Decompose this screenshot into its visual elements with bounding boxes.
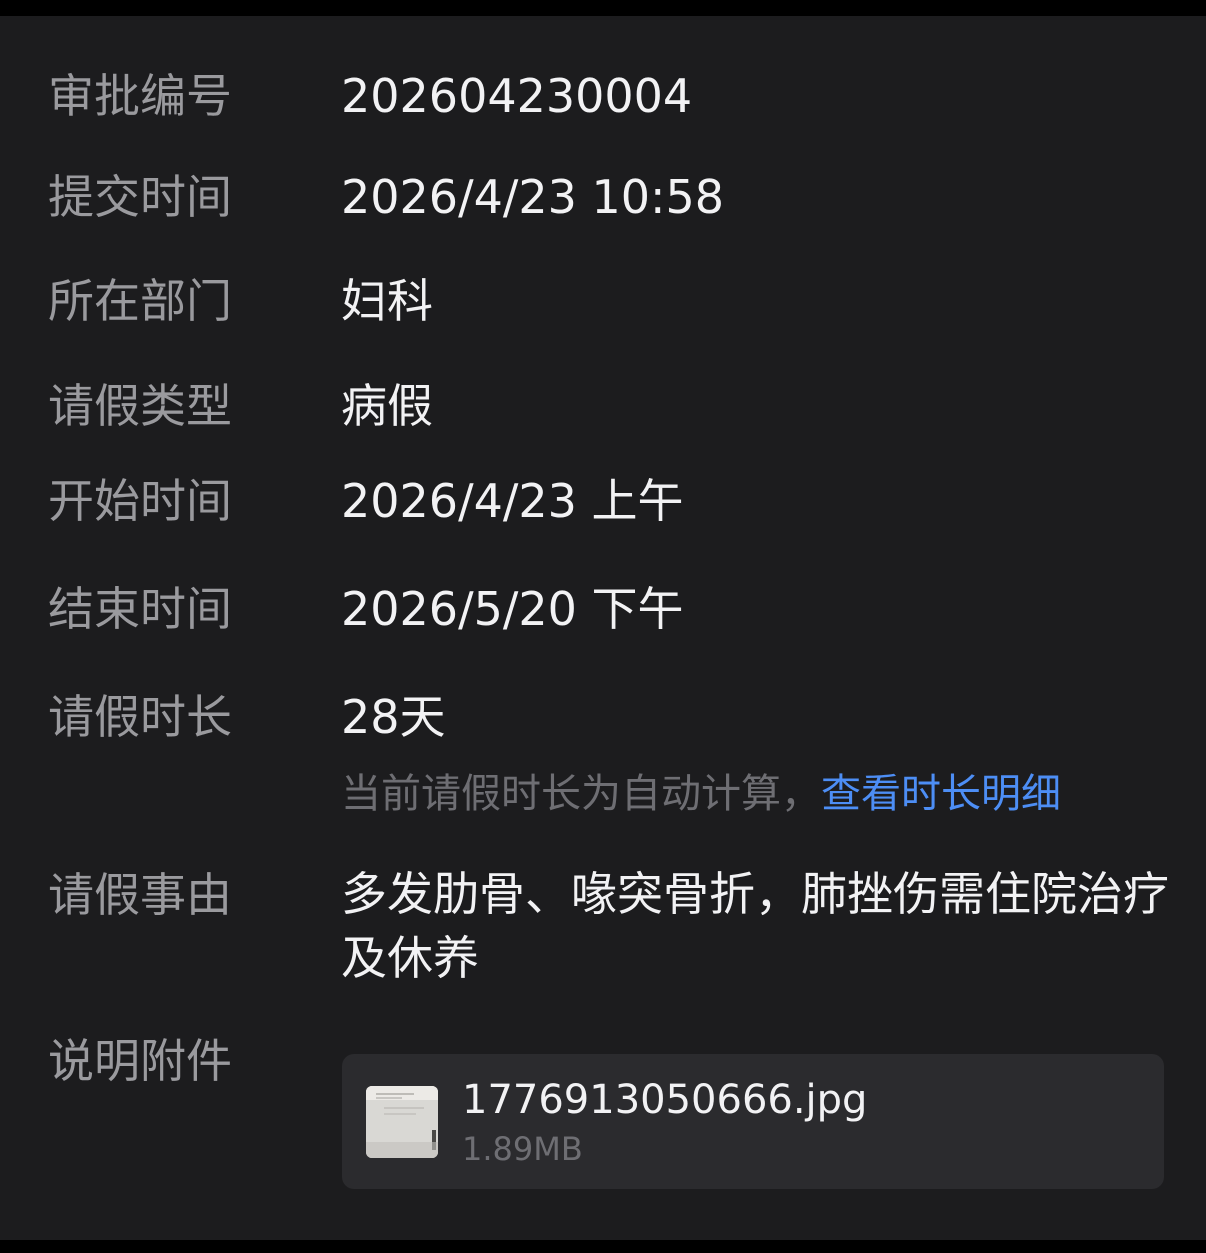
field-label: 审批编号 [48,69,232,123]
field-label: 所在部门 [48,274,232,328]
field-value: 2026/5/20 下午 [341,582,684,636]
duration-hint-text: 当前请假时长为自动计算， [341,771,821,817]
field-label: 开始时间 [48,474,232,528]
view-duration-detail-link[interactable]: 查看时长明细 [821,771,1061,817]
field-label: 说明附件 [48,1034,232,1088]
field-value: 28天 [341,690,446,744]
field-label: 提交时间 [48,170,232,224]
field-value: 病假 [341,379,433,433]
attachment-item[interactable]: 1776913050666.jpg 1.89MB [342,1054,1164,1189]
attachment-file-name: 1776913050666.jpg [462,1077,868,1123]
field-label: 请假事由 [48,868,232,922]
field-value: 202604230004 [341,69,693,123]
field-label: 结束时间 [48,582,232,636]
duration-hint: 当前请假时长为自动计算，查看时长明细 [341,768,1061,820]
field-value: 2026/4/23 上午 [341,474,684,528]
field-value: 多发肋骨、喙突骨折，肺挫伤需住院治疗及休养 [341,867,1169,985]
image-thumbnail-icon [366,1086,438,1158]
attachment-file-size: 1.89MB [462,1130,583,1168]
field-value: 2026/4/23 10:58 [341,170,725,224]
field-value: 妇科 [341,274,433,328]
field-label: 请假类型 [48,379,232,433]
field-label: 请假时长 [48,690,232,744]
